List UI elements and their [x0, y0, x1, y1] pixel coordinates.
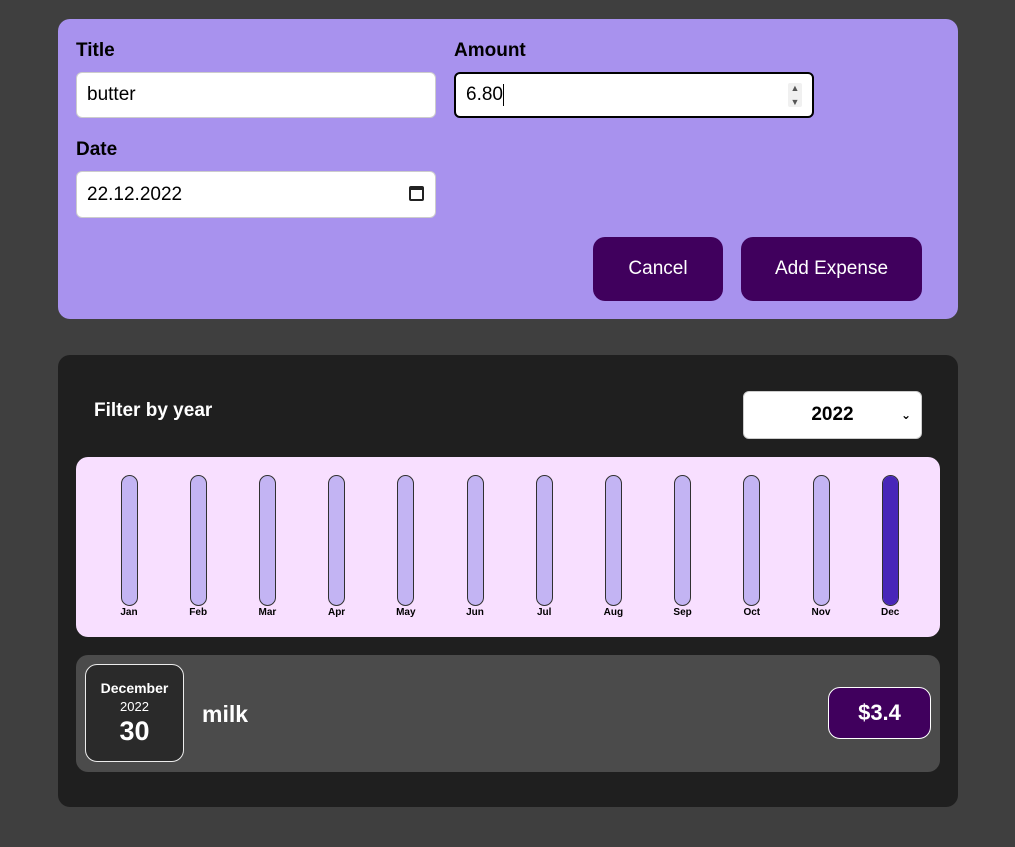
chart-bar-track [328, 475, 346, 606]
chart-bar-label: May [396, 607, 416, 618]
expense-date-month: December [100, 679, 169, 696]
chart-bar-track [258, 475, 276, 606]
amount-value: 6.80 [466, 84, 503, 105]
date-input-wrapper: 22.12.2022 [76, 171, 436, 218]
chart-bar-apr: Apr [317, 475, 357, 621]
cancel-button[interactable]: Cancel [593, 237, 723, 301]
amount-label: Amount [454, 40, 526, 61]
chart-bar-feb: Feb [178, 475, 218, 621]
chart-bar-label: Feb [189, 607, 208, 618]
expense-date: December 2022 30 [85, 664, 184, 762]
chart-bar-track [466, 475, 484, 606]
chart-bar-label: Aug [603, 607, 624, 618]
date-value: 22.12.2022 [87, 183, 183, 205]
chart-bar-label: Jan [120, 607, 138, 618]
date-input[interactable]: 22.12.2022 [76, 171, 436, 218]
year-select-value: 2022 [811, 404, 854, 425]
chart-bar-track [881, 475, 899, 606]
chart-bar-label: Dec [881, 607, 900, 618]
chart-bar-track [812, 475, 830, 606]
expense-title: milk [202, 701, 249, 727]
chart-bar-dec: Dec [870, 475, 910, 621]
calendar-icon[interactable] [409, 186, 424, 201]
chart-bar-sep: Sep [663, 475, 703, 621]
expense-price: $3.4 [828, 687, 931, 739]
chart-bar-track [120, 475, 138, 606]
chart-bar-label: Oct [743, 607, 761, 618]
text-cursor [502, 84, 504, 106]
chart-bar-mar: Mar [247, 475, 287, 621]
chart-bar-aug: Aug [593, 475, 633, 621]
chart-bar-track [397, 475, 415, 606]
expenses-panel: Filter by year 2022 ⌄ Jan Feb Mar Apr May Jun… [58, 355, 958, 807]
chart-bar-track [189, 475, 207, 606]
expenses-chart: Jan Feb Mar Apr May Jun Jul Aug Sep Oct Nov Dec [76, 457, 940, 637]
chart-bar-jun: Jun [455, 475, 495, 621]
chart-bar-label: Jun [466, 607, 484, 618]
spin-up-icon[interactable]: ▲ [791, 83, 800, 93]
chart-bar-oct: Oct [732, 475, 772, 621]
chart-bar-track [535, 475, 553, 606]
chart-bar-track [743, 475, 761, 606]
chart-bar-may: May [386, 475, 426, 621]
chart-bar-label: Mar [258, 607, 277, 618]
title-label: Title [76, 40, 115, 61]
chart-bar-nov: Nov [801, 475, 841, 621]
filter-label: Filter by year [94, 400, 213, 421]
chart-bar-track [604, 475, 622, 606]
amount-input[interactable]: 6.80 ▲ ▼ [454, 72, 814, 118]
date-label: Date [76, 139, 118, 160]
chart-bar-jul: Jul [524, 475, 564, 621]
year-select[interactable]: 2022 ⌄ [743, 391, 922, 439]
chart-bar-label: Apr [327, 607, 346, 618]
chart-bar-fill [882, 476, 898, 605]
chart-bar-label: Nov [811, 607, 831, 618]
new-expense-form: Title Amount 6.80 ▲ ▼ Date 22.12.2022 Ca… [58, 19, 958, 319]
title-input[interactable] [76, 72, 436, 118]
chart-bar-label: Sep [673, 607, 692, 618]
expense-date-year: 2022 [120, 698, 149, 714]
spin-down-icon[interactable]: ▼ [791, 97, 800, 107]
expense-date-day: 30 [119, 715, 150, 746]
chart-bar-jan: Jan [109, 475, 149, 621]
number-spinner[interactable]: ▲ ▼ [788, 83, 802, 107]
chart-bar-track [674, 475, 692, 606]
add-expense-button[interactable]: Add Expense [741, 237, 922, 301]
expense-item: December 2022 30 milk $3.4 [76, 655, 940, 772]
chart-bar-label: Jul [536, 607, 552, 618]
chevron-down-icon: ⌄ [900, 408, 911, 422]
